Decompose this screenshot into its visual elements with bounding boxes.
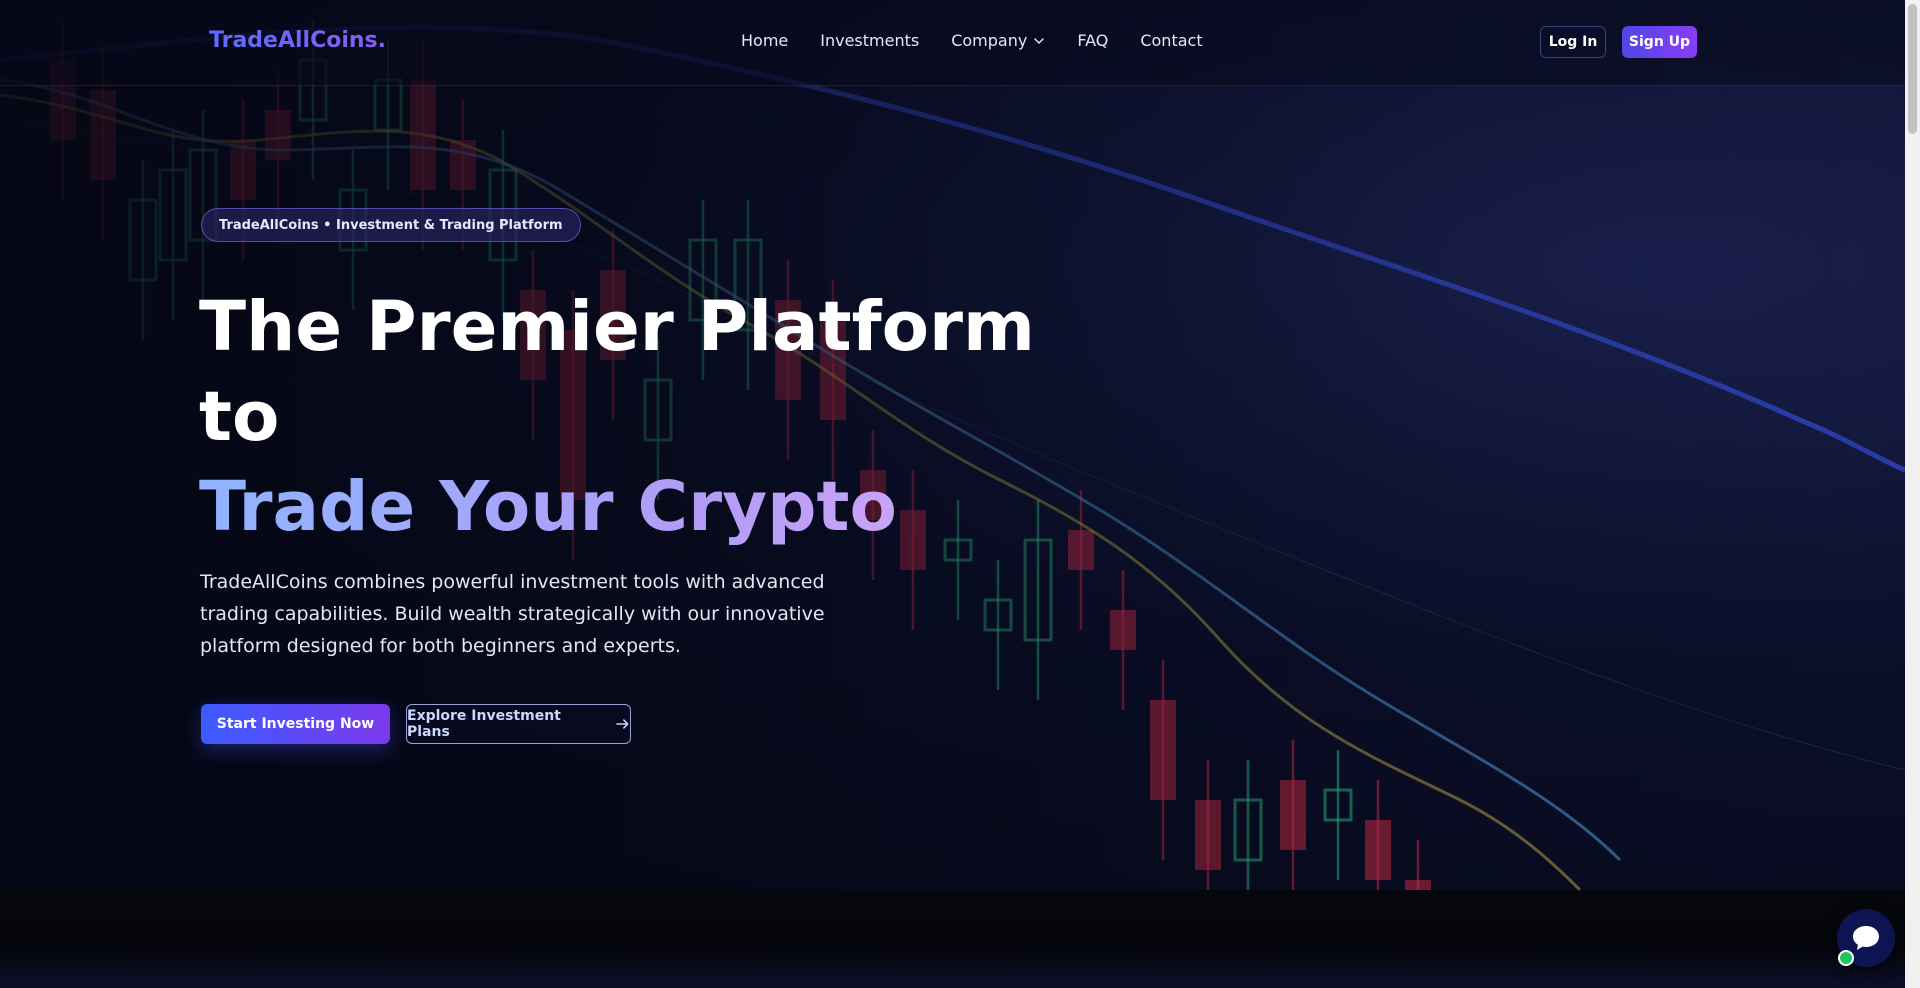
platform-badge: TradeAllCoins • Investment & Trading Pla… [201,208,581,242]
start-investing-label: Start Investing Now [216,716,375,732]
start-investing-button[interactable]: Start Investing Now [201,704,390,744]
explore-plans-button[interactable]: Explore Investment Plans [406,704,631,744]
chevron-down-icon [1034,37,1045,44]
hero-section: TradeAllCoins • Investment & Trading Pla… [0,0,1905,890]
headline-line-3: Trade Your Crypto [199,462,1035,552]
main-nav: Home Investments Company FAQ Contact [741,31,1203,50]
online-status-indicator [1838,950,1854,966]
nav-investments[interactable]: Investments [820,31,919,50]
hero-description: TradeAllCoins combines powerful investme… [200,571,825,657]
nav-contact[interactable]: Contact [1140,31,1202,50]
nav-company[interactable]: Company [951,31,1045,50]
signup-button[interactable]: Sign Up [1622,26,1697,58]
arrow-right-icon [616,719,629,729]
brand-logo[interactable]: TradeAllCoins. [209,28,386,53]
nav-company-label: Company [951,31,1028,50]
page-scrollbar[interactable] [1905,0,1920,988]
chat-bubble-icon [1853,926,1879,950]
next-section-preview [0,890,1905,988]
login-button[interactable]: Log In [1540,26,1606,58]
headline-line-2: to [199,377,280,457]
nav-home[interactable]: Home [741,31,788,50]
hero-headline: The Premier Platform to Trade Your Crypt… [199,282,1035,552]
headline-line-1: The Premier Platform [199,287,1035,367]
top-navbar: TradeAllCoins. Home Investments Company … [0,0,1905,86]
nav-faq[interactable]: FAQ [1077,31,1108,50]
scrollbar-thumb[interactable] [1908,4,1917,134]
explore-plans-label: Explore Investment Plans [407,708,561,740]
